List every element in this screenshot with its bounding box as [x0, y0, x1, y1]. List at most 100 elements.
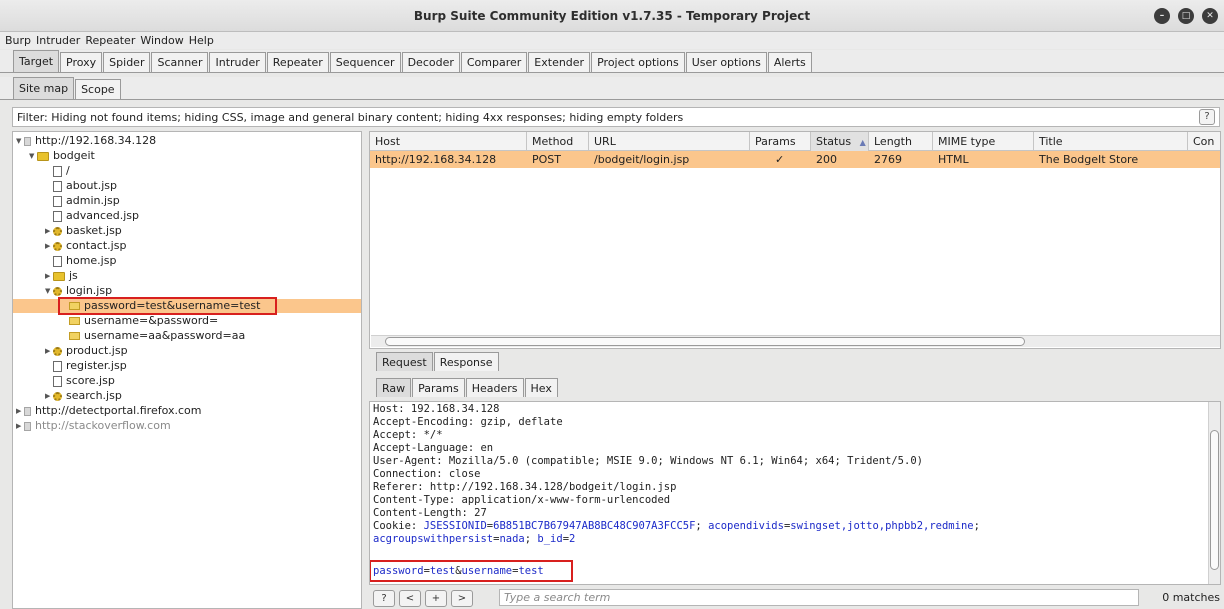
tab-raw[interactable]: Raw	[376, 378, 412, 397]
tab-request[interactable]: Request	[376, 352, 433, 371]
tab-proxy[interactable]: Proxy	[60, 52, 103, 72]
cookie-value: 6B851BC7B67947AB8BC48C907A3FCC5F	[493, 520, 696, 532]
request-line: Host: 192.168.34.128	[373, 403, 500, 415]
tree-node-label: product.jsp	[66, 344, 128, 357]
tab-project-options[interactable]: Project options	[591, 52, 685, 72]
col-url[interactable]: URL	[589, 132, 750, 151]
window-controls: – □ ✕	[1154, 8, 1218, 24]
menu-help[interactable]: Help	[189, 34, 214, 47]
tab-scope[interactable]: Scope	[75, 79, 121, 99]
expand-arrow-icon[interactable]: ▶	[45, 239, 53, 253]
tree-node-host[interactable]: ▶ http://detectportal.firefox.com	[16, 404, 201, 418]
tree-node-label: login.jsp	[66, 284, 113, 297]
file-icon	[53, 165, 62, 177]
tab-scanner[interactable]: Scanner	[151, 52, 209, 72]
horizontal-scrollbar[interactable]	[371, 335, 1220, 347]
cookie-key: b_id	[537, 533, 563, 545]
col-status[interactable]: Status ▲	[811, 132, 869, 151]
tree-node-host[interactable]: ▶ http://stackoverflow.com	[16, 419, 171, 433]
tab-hex[interactable]: Hex	[524, 378, 558, 397]
raw-request-editor[interactable]: Host: 192.168.34.128 Accept-Encoding: gz…	[369, 401, 1221, 585]
tab-decoder[interactable]: Decoder	[401, 52, 460, 72]
tree-node-request[interactable]: username=&password=	[69, 314, 218, 328]
tree-node-folder[interactable]: ▶ js	[45, 269, 78, 283]
tree-node-label: register.jsp	[66, 359, 127, 372]
minimize-icon[interactable]: –	[1154, 8, 1170, 24]
scroll-thumb[interactable]	[1210, 430, 1219, 570]
search-help-button[interactable]: ?	[373, 589, 395, 607]
host-icon	[24, 406, 31, 416]
table-row-selected[interactable]: http://192.168.34.128 POST /bodgeit/logi…	[370, 151, 1220, 168]
tree-node-file[interactable]: about.jsp	[53, 179, 117, 193]
expand-arrow-icon[interactable]: ▶	[45, 269, 53, 283]
tree-node-file[interactable]: ▼ login.jsp	[45, 284, 112, 298]
tab-alerts[interactable]: Alerts	[767, 52, 812, 72]
vertical-scrollbar[interactable]	[1208, 402, 1220, 584]
tree-node-file[interactable]: ▶ contact.jsp	[45, 239, 126, 253]
expand-arrow-icon[interactable]: ▼	[16, 134, 24, 148]
next-match-button[interactable]: >	[451, 589, 473, 607]
tab-comparer[interactable]: Comparer	[460, 52, 528, 72]
folder-icon	[37, 151, 49, 161]
tab-params[interactable]: Params	[412, 378, 465, 397]
tree-node-folder[interactable]: ▼ bodgeit	[29, 149, 95, 163]
tab-target[interactable]: Target	[13, 50, 60, 72]
tree-node-host[interactable]: ▼ http://192.168.34.128	[16, 134, 156, 148]
tree-node-file[interactable]: admin.jsp	[53, 194, 120, 208]
menu-window[interactable]: Window	[140, 34, 183, 47]
request-response-tabs: Request Response	[376, 352, 500, 372]
expand-arrow-icon[interactable]: ▶	[16, 404, 24, 418]
col-comment[interactable]: Con	[1188, 132, 1220, 151]
col-length[interactable]: Length	[869, 132, 933, 151]
view-tabs: Raw Params Headers Hex	[376, 378, 559, 398]
site-map-tree: ▼ http://192.168.34.128 ▼ bodgeit / about.…	[12, 131, 362, 609]
col-params[interactable]: Params	[750, 132, 811, 151]
tree-node-label: admin.jsp	[66, 194, 120, 207]
tab-response[interactable]: Response	[433, 352, 499, 371]
menu-intruder[interactable]: Intruder	[36, 34, 80, 47]
help-icon[interactable]: ?	[1199, 109, 1215, 125]
filter-bar[interactable]: Filter: Hiding not found items; hiding C…	[12, 107, 1220, 127]
tab-repeater[interactable]: Repeater	[266, 52, 329, 72]
tree-node-label: bodgeit	[53, 149, 95, 162]
tab-extender[interactable]: Extender	[528, 52, 591, 72]
tree-node-file[interactable]: ▶ search.jsp	[45, 389, 122, 403]
tree-node-label: score.jsp	[66, 374, 115, 387]
tab-spider[interactable]: Spider	[103, 52, 151, 72]
expand-arrow-icon[interactable]: ▼	[45, 284, 53, 298]
tree-node-request[interactable]: username=aa&password=aa	[69, 329, 245, 343]
expand-arrow-icon[interactable]: ▶	[45, 344, 53, 358]
col-host[interactable]: Host	[370, 132, 527, 151]
scroll-thumb[interactable]	[385, 337, 1025, 346]
file-icon	[53, 195, 62, 207]
add-button[interactable]: +	[425, 589, 447, 607]
tab-sequencer[interactable]: Sequencer	[329, 52, 401, 72]
close-icon[interactable]: ✕	[1202, 8, 1218, 24]
request-line: Referer: http://192.168.34.128/bodgeit/l…	[373, 481, 677, 493]
tree-node-file[interactable]: ▶ product.jsp	[45, 344, 128, 358]
col-mime-type[interactable]: MIME type	[933, 132, 1034, 151]
sort-ascending-icon: ▲	[859, 138, 866, 147]
tab-intruder[interactable]: Intruder	[209, 52, 266, 72]
tree-node-file[interactable]: register.jsp	[53, 359, 127, 373]
tree-node-file[interactable]: ▶ basket.jsp	[45, 224, 122, 238]
col-title[interactable]: Title	[1034, 132, 1188, 151]
tree-node-file[interactable]: advanced.jsp	[53, 209, 139, 223]
expand-arrow-icon[interactable]: ▶	[45, 224, 53, 238]
previous-match-button[interactable]: <	[399, 589, 421, 607]
tree-node-file[interactable]: /	[53, 164, 70, 178]
search-input[interactable]: Type a search term	[499, 589, 1139, 606]
tree-node-file[interactable]: home.jsp	[53, 254, 116, 268]
tree-node-file[interactable]: score.jsp	[53, 374, 115, 388]
tab-user-options[interactable]: User options	[685, 52, 767, 72]
tab-site-map[interactable]: Site map	[13, 77, 75, 99]
maximize-icon[interactable]: □	[1178, 8, 1194, 24]
expand-arrow-icon[interactable]: ▼	[29, 149, 37, 163]
col-method[interactable]: Method	[527, 132, 589, 151]
tab-headers[interactable]: Headers	[465, 378, 524, 397]
expand-arrow-icon[interactable]: ▶	[45, 389, 53, 403]
expand-arrow-icon[interactable]: ▶	[16, 419, 24, 433]
menu-repeater[interactable]: Repeater	[85, 34, 135, 47]
menu-burp[interactable]: Burp	[5, 34, 31, 47]
menu-bar: Burp Intruder Repeater Window Help	[0, 32, 1224, 49]
